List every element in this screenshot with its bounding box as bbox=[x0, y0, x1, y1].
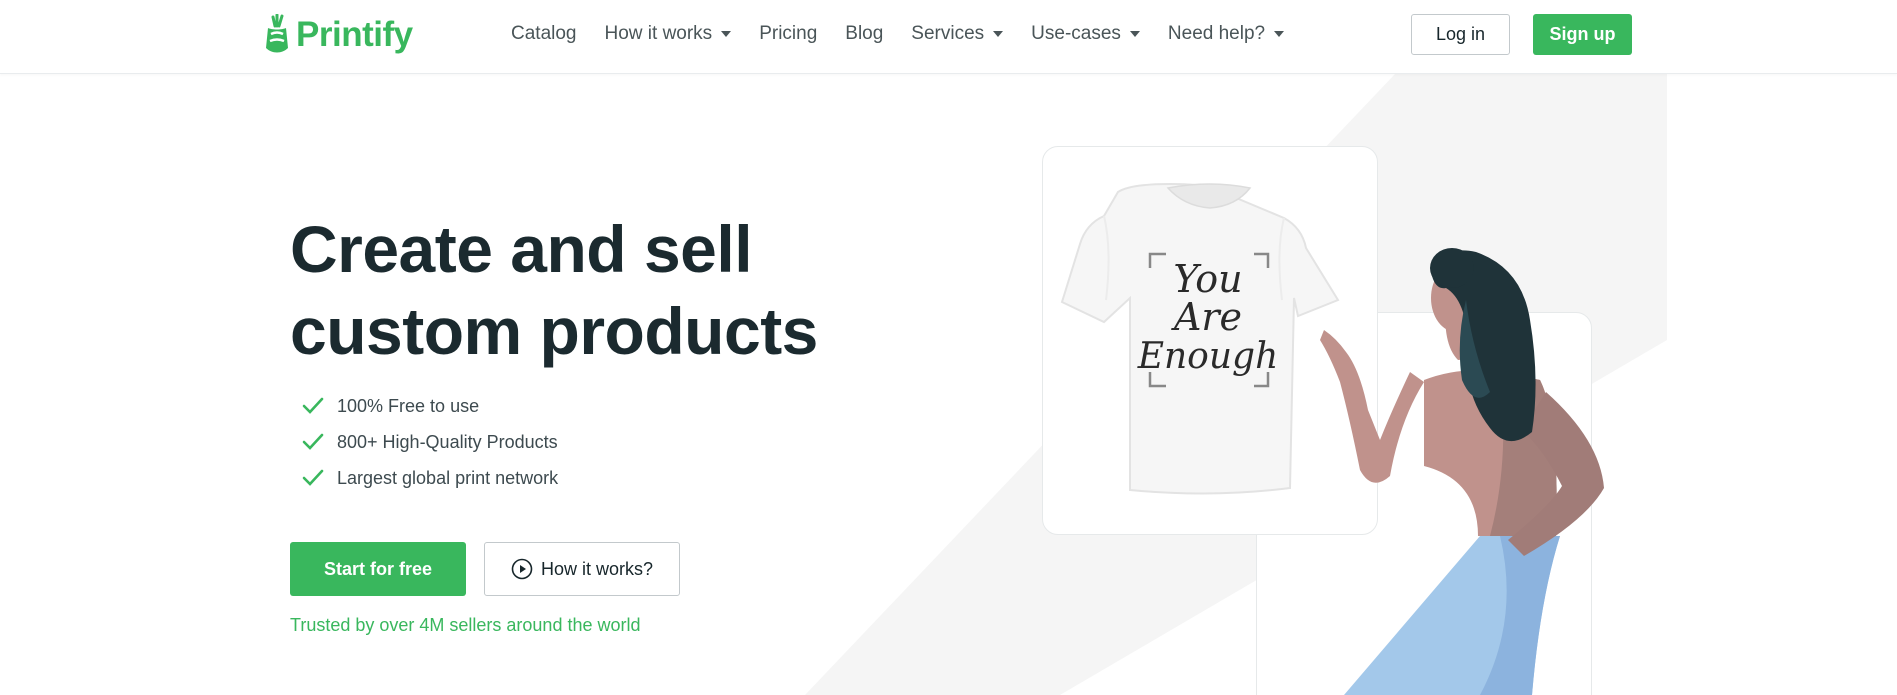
brand-name: Printify bbox=[296, 15, 413, 54]
nav-item-label: Blog bbox=[845, 23, 884, 44]
start-for-free-button[interactable]: Start for free bbox=[290, 542, 466, 596]
nav-item-services[interactable]: Services bbox=[911, 22, 1004, 46]
caret-down-icon bbox=[1274, 31, 1285, 37]
check-icon bbox=[302, 397, 324, 414]
nav-item-blog[interactable]: Blog bbox=[845, 22, 883, 46]
feature-item: Largest global print network bbox=[302, 460, 558, 496]
nav-item-pricing[interactable]: Pricing bbox=[759, 22, 817, 46]
site-header: Printify Catalog How it works Pricing Bl… bbox=[0, 0, 1897, 74]
feature-label: Largest global print network bbox=[337, 467, 559, 488]
login-button[interactable]: Log in bbox=[1411, 14, 1510, 55]
nav-item-use-cases[interactable]: Use-cases bbox=[1031, 22, 1140, 46]
nav-item-need-help[interactable]: Need help? bbox=[1167, 22, 1285, 46]
nav-item-label: Pricing bbox=[759, 23, 818, 44]
nav-item-label: Use-cases bbox=[1031, 23, 1121, 44]
check-icon bbox=[302, 433, 324, 450]
feature-item: 100% Free to use bbox=[302, 388, 558, 424]
tshirt-card bbox=[1042, 146, 1378, 535]
feature-item: 800+ High-Quality Products bbox=[302, 424, 558, 460]
feature-label: 800+ High-Quality Products bbox=[337, 431, 558, 452]
feature-label: 100% Free to use bbox=[337, 395, 480, 416]
nav-item-catalog[interactable]: Catalog bbox=[511, 22, 577, 46]
signup-button[interactable]: Sign up bbox=[1533, 14, 1632, 55]
nav-item-label: How it works bbox=[604, 23, 713, 44]
printify-logo-icon bbox=[266, 14, 288, 53]
hero-title: Create and sell custom products bbox=[290, 212, 818, 368]
how-it-works-button[interactable]: How it works? bbox=[484, 542, 680, 596]
printify-logo[interactable]: Printify bbox=[262, 14, 413, 56]
caret-down-icon bbox=[1129, 31, 1140, 37]
how-it-works-label: How it works? bbox=[540, 558, 654, 579]
caret-down-icon bbox=[993, 31, 1004, 37]
nav-item-label: Services bbox=[911, 23, 985, 44]
nav-item-label: Catalog bbox=[511, 23, 577, 44]
trusted-by-text: Trusted by over 4M sellers around the wo… bbox=[290, 615, 641, 635]
feature-list: 100% Free to use 800+ High-Quality Produ… bbox=[302, 388, 558, 496]
nav-item-label: Need help? bbox=[1167, 23, 1266, 44]
nav-item-how-it-works[interactable]: How it works bbox=[605, 22, 732, 46]
play-circle-icon bbox=[511, 558, 533, 580]
caret-down-icon bbox=[721, 31, 732, 37]
check-icon bbox=[302, 469, 324, 486]
hero-background bbox=[805, 74, 1667, 695]
main-nav: Catalog How it works Pricing Blog Servic… bbox=[511, 22, 1312, 46]
